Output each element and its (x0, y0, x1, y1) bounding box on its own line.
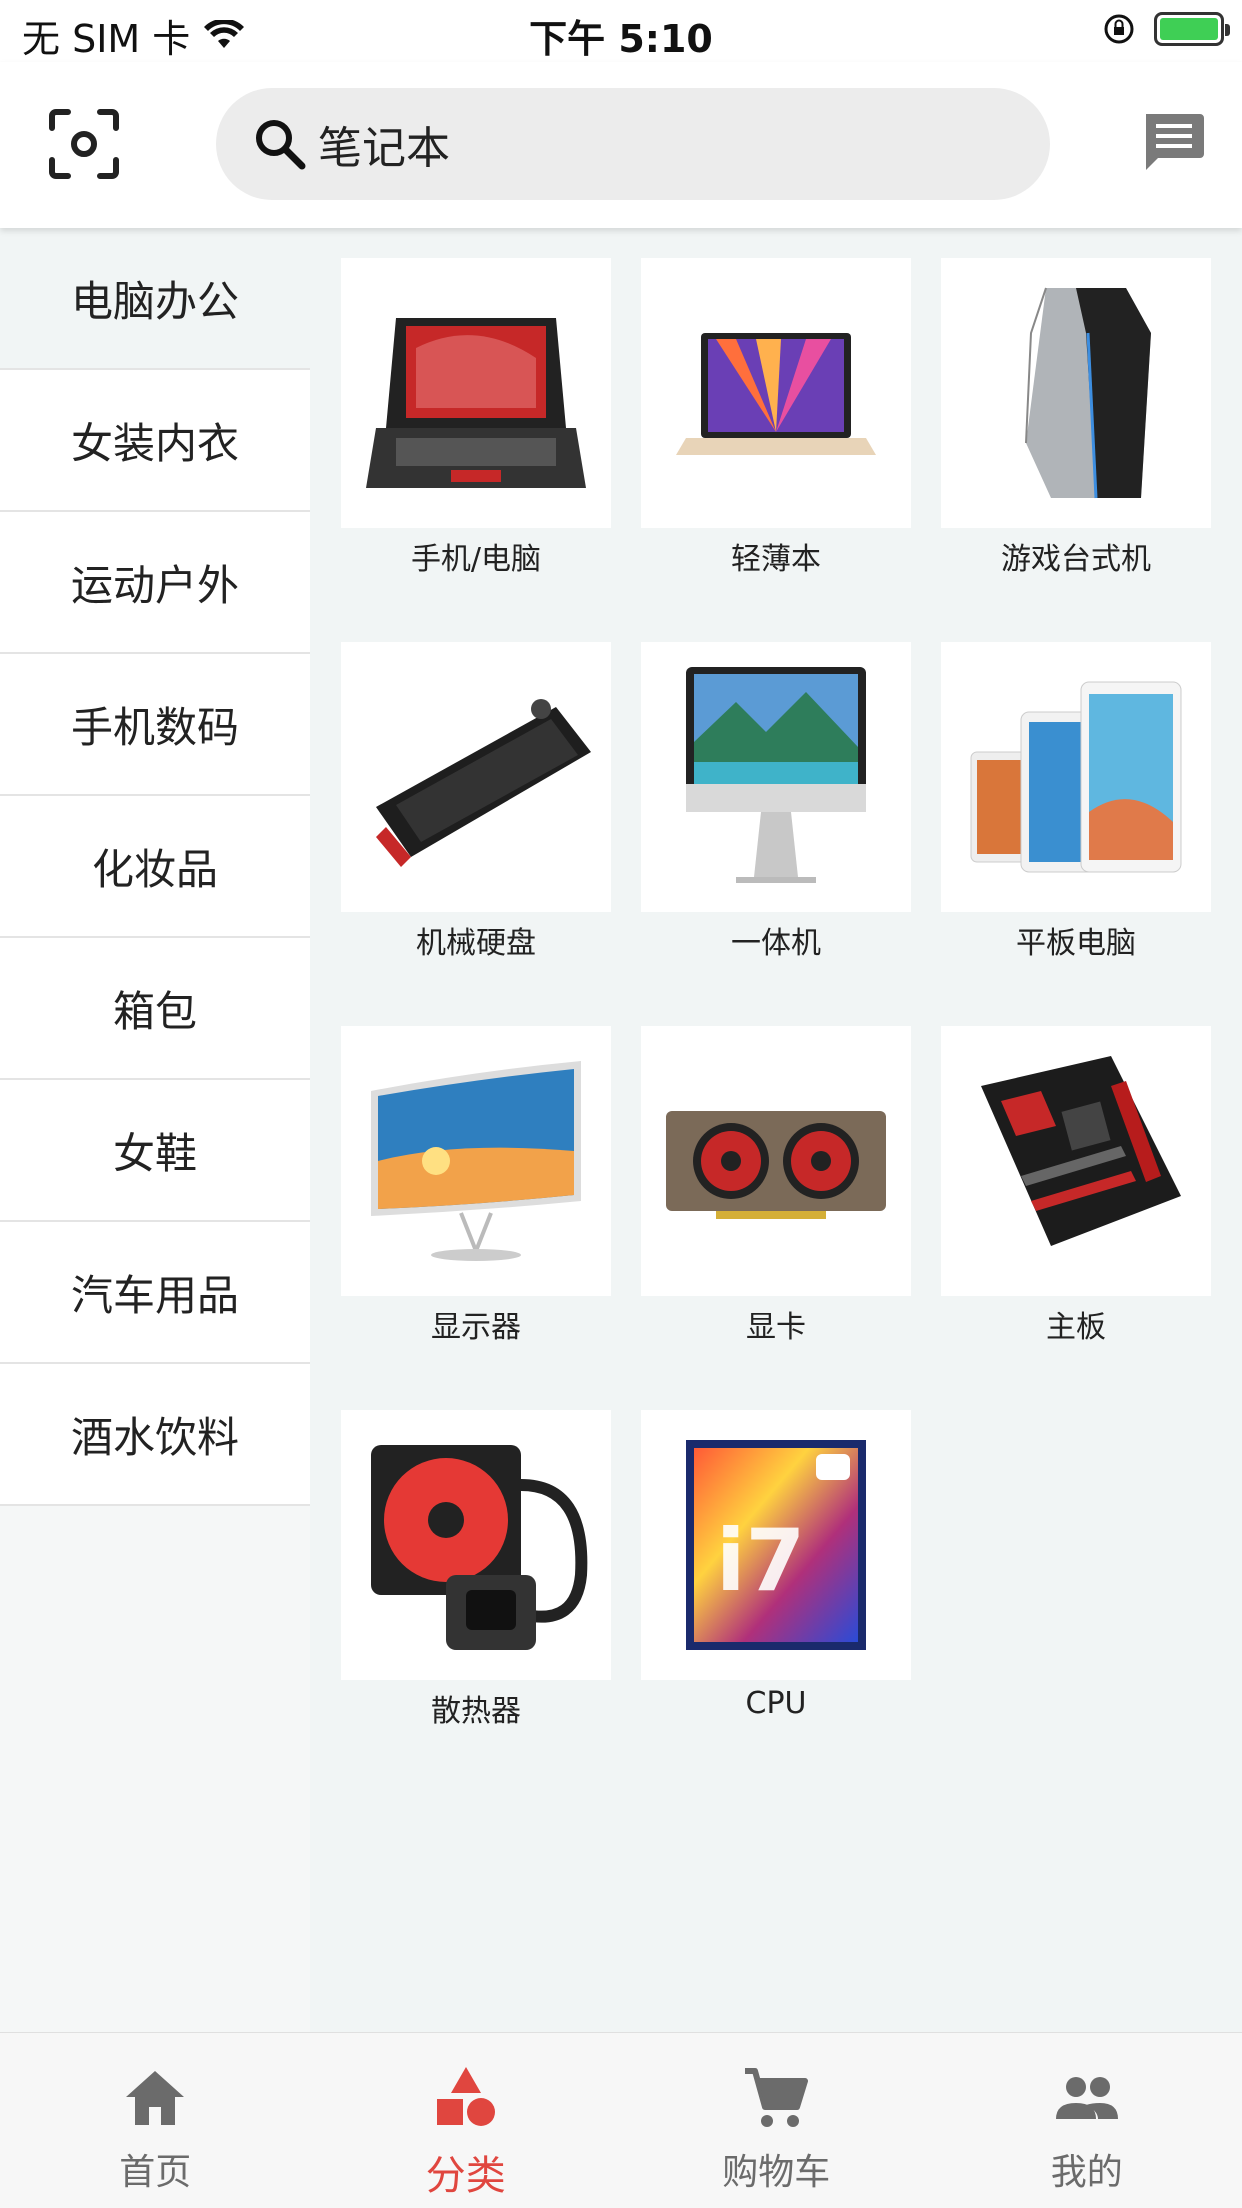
grid-item[interactable]: 显卡 (641, 1026, 911, 1346)
sidebar-item-label: 电脑办公 (70, 276, 239, 326)
grid-item-label: 手机/电脑 (410, 542, 542, 577)
grid-item-label: 主板 (1046, 1310, 1106, 1345)
search-input[interactable]: 笔记本 (216, 88, 1050, 200)
search-query: 笔记本 (318, 123, 450, 174)
people-icon (1055, 2077, 1118, 2119)
sidebar-item-label: 手机数码 (70, 702, 239, 752)
sidebar-item-bags[interactable]: 箱包 (0, 938, 310, 1080)
keyboard-image (341, 642, 611, 912)
grid-item-label: 一体机 (731, 926, 821, 961)
scan-icon[interactable] (48, 108, 120, 180)
grid-item[interactable]: 机械硬盘 (341, 642, 611, 962)
grid-item[interactable]: 主板 (941, 1026, 1211, 1346)
sidebar-item-label: 酒水饮料 (70, 1412, 239, 1462)
grid-item-label: 散热器 (431, 1694, 521, 1729)
bottom-nav: 首页 分类 购物车 我的 (0, 2032, 1242, 2208)
sidebar-item-car-supplies[interactable]: 汽车用品 (0, 1222, 310, 1364)
grid-item[interactable]: i7 CPU (641, 1410, 911, 1721)
sidebar-item-womens-clothing[interactable]: 女装内衣 (0, 370, 310, 512)
tablet-image (941, 642, 1211, 912)
nav-label: 我的 (1050, 2152, 1123, 2193)
grid-item-label: 平板电脑 (1016, 926, 1136, 961)
sidebar-item-label: 女装内衣 (70, 418, 239, 468)
orientation-lock-icon (1104, 14, 1134, 44)
sidebar-item-computer-office[interactable]: 电脑办公 (0, 228, 310, 370)
ultrabook-image (641, 258, 911, 528)
grid-item[interactable]: 散热器 (341, 1410, 611, 1730)
message-icon[interactable] (1140, 110, 1206, 176)
sidebar-item-drinks[interactable]: 酒水饮料 (0, 1364, 310, 1506)
sidebar-item-label: 化妆品 (91, 844, 218, 894)
laptop-image (341, 258, 611, 528)
sidebar-item-label: 汽车用品 (70, 1270, 239, 1320)
grid-item-label: CPU (745, 1686, 807, 1721)
header: 笔记本 (0, 62, 1242, 228)
grid-item[interactable]: 游戏台式机 (941, 258, 1211, 578)
nav-profile[interactable]: 我的 (932, 2033, 1242, 2208)
grid-item[interactable]: 显示器 (341, 1026, 611, 1346)
nav-label: 购物车 (722, 2152, 831, 2193)
svg-text:i7: i7 (716, 1511, 805, 1611)
sidebar-item-cosmetics[interactable]: 化妆品 (0, 796, 310, 938)
cpu-image: i7 (641, 1410, 911, 1680)
sidebar-item-sports-outdoor[interactable]: 运动户外 (0, 512, 310, 654)
monitor-image (341, 1026, 611, 1296)
all-in-one-image (641, 642, 911, 912)
search-icon (256, 120, 306, 170)
nav-label: 首页 (119, 2152, 192, 2193)
cart-icon (745, 2068, 809, 2127)
cooler-image (341, 1410, 611, 1680)
gaming-desktop-image (941, 258, 1211, 528)
sidebar-item-phones-digital[interactable]: 手机数码 (0, 654, 310, 796)
sidebar-item-womens-shoes[interactable]: 女鞋 (0, 1080, 310, 1222)
category-sidebar: 电脑办公 女装内衣 运动户外 手机数码 化妆品 箱包 女鞋 汽车用品 酒水饮料 (0, 228, 310, 2032)
grid-item[interactable]: 平板电脑 (941, 642, 1211, 962)
status-time: 下午 5:10 (529, 17, 713, 61)
grid-item-label: 显示器 (431, 1310, 521, 1345)
grid-item-label: 显卡 (746, 1310, 806, 1345)
sidebar-item-label: 箱包 (112, 986, 197, 1036)
grid-item[interactable]: 轻薄本 (641, 258, 911, 578)
subcategory-grid: 手机/电脑 轻薄本 游戏台式机 机械硬盘 一体机 平板电脑 显示器 显卡 主板 … (310, 228, 1242, 2032)
nav-home[interactable]: 首页 (0, 2033, 311, 2208)
graphics-card-image (641, 1026, 911, 1296)
grid-item-label: 轻薄本 (731, 542, 821, 577)
motherboard-image (941, 1026, 1211, 1296)
status-bar: 无 SIM 卡 下午 5:10 (0, 0, 1242, 62)
grid-item[interactable]: 一体机 (641, 642, 911, 962)
battery-icon (1154, 12, 1230, 46)
sidebar-item-label: 女鞋 (112, 1128, 197, 1178)
category-icon (436, 2067, 495, 2126)
grid-item-label: 游戏台式机 (1001, 542, 1151, 577)
sidebar-item-label: 运动户外 (70, 560, 239, 610)
grid-item[interactable]: 手机/电脑 (341, 258, 611, 578)
home-icon (126, 2071, 185, 2125)
nav-category[interactable]: 分类 (311, 2033, 622, 2208)
nav-label: 分类 (425, 2153, 506, 2199)
nav-cart[interactable]: 购物车 (621, 2033, 932, 2208)
grid-item-label: 机械硬盘 (416, 926, 536, 961)
